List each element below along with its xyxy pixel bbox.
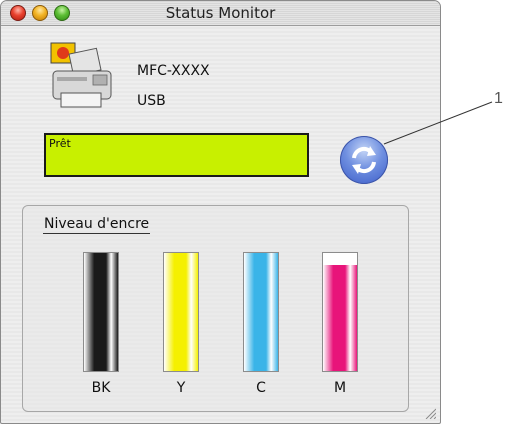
- callout-line: [383, 101, 493, 145]
- callout-number: 1: [494, 90, 503, 107]
